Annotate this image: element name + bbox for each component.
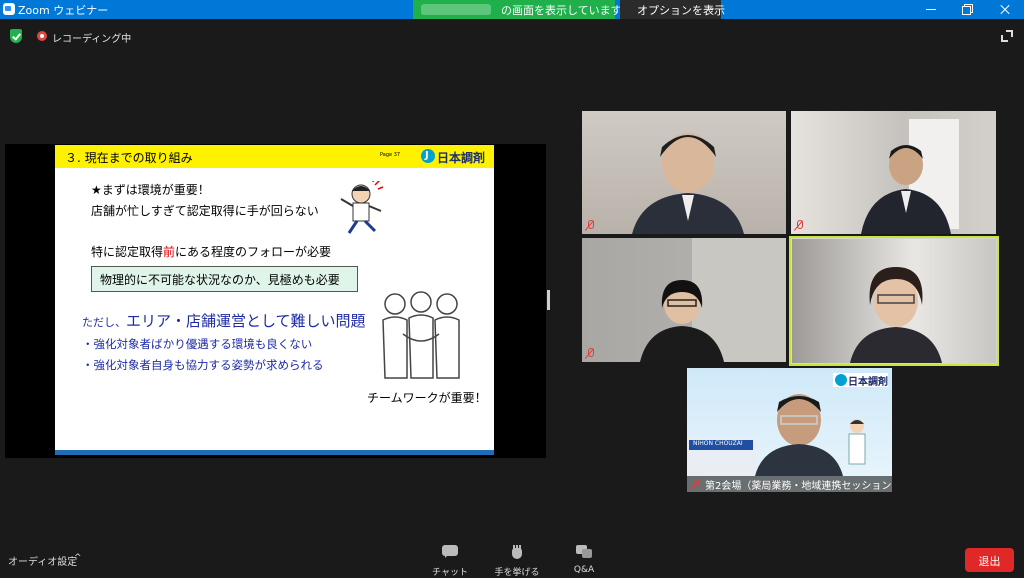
slide-title: ３. 現在までの取り組み xyxy=(65,151,193,165)
presenter-video[interactable]: NIHON CHOUZAI 日本調剤 第2会場（薬局業務・地域連携セッション） xyxy=(687,368,892,492)
participant-video-3[interactable] xyxy=(582,238,786,362)
chat-label: チャット xyxy=(432,568,468,578)
participant-silhouette xyxy=(755,394,843,476)
participant-silhouette xyxy=(850,267,942,363)
slide-line-3-pre: 特に認定取得 xyxy=(91,245,164,259)
slide-blue-prefix: ただし、 xyxy=(82,316,126,329)
split-view-drag-handle[interactable] xyxy=(547,290,550,310)
slide-footer-bar xyxy=(55,450,494,455)
restore-button[interactable] xyxy=(948,0,986,19)
pharmacist-illustration xyxy=(848,419,866,465)
recording-icon xyxy=(37,31,47,41)
encryption-shield-icon[interactable] xyxy=(10,29,22,43)
muted-mic-icon xyxy=(585,348,595,359)
close-button[interactable] xyxy=(986,0,1024,19)
participant-video-2[interactable] xyxy=(791,111,996,234)
audio-settings-button[interactable]: オーディオ設定 xyxy=(8,553,77,568)
title-bar: Zoom ウェビナー の画面を表示しています オプションを表示 ⌄ xyxy=(0,0,1024,19)
muted-mic-icon xyxy=(585,220,595,231)
participant-silhouette xyxy=(640,280,724,362)
slide-line-3-post: にある程度のフォローが必要 xyxy=(175,245,332,259)
slide-line-3: 特に認定取得前にある程度のフォローが必要 xyxy=(91,243,331,260)
participant-video-4-active-speaker[interactable] xyxy=(789,236,999,366)
background-banner-text: NIHON CHOUZAI xyxy=(693,440,743,447)
chat-button[interactable]: チャット xyxy=(425,543,475,578)
fullscreen-icon[interactable] xyxy=(1001,30,1013,42)
company-logo-icon xyxy=(421,149,435,163)
raise-hand-label: 手を挙げる xyxy=(494,568,540,578)
presenter-name-redacted xyxy=(421,4,491,15)
slide-line-2: 店舗が忙しすぎて認定取得に手が回らない xyxy=(91,204,319,218)
slide-blue-main: エリア・店舗運営として難しい問題 xyxy=(126,312,366,330)
active-speaker-video xyxy=(792,239,996,363)
leave-button[interactable]: 退出 xyxy=(965,548,1014,572)
leave-label: 退出 xyxy=(978,555,1001,568)
qa-button[interactable]: Q&A xyxy=(559,543,609,577)
muted-mic-icon xyxy=(794,220,804,231)
hand-icon xyxy=(509,545,525,559)
qa-icon xyxy=(576,545,592,559)
participant-silhouette xyxy=(632,133,744,234)
window-title: Zoom ウェビナー xyxy=(18,4,109,17)
company-logo-icon xyxy=(835,374,847,386)
participant-video-1[interactable] xyxy=(582,111,786,234)
company-logo-text: 日本調剤 xyxy=(437,151,486,165)
teamwork-caption: チームワークが重要！ xyxy=(367,391,487,405)
muted-mic-icon xyxy=(690,479,700,490)
busy-pharmacist-illustration xyxy=(340,181,384,234)
qa-label: Q&A xyxy=(573,565,595,575)
slide-callout-text: 物理的に不可能な状況なのか、見極めも必要 xyxy=(100,273,340,287)
chevron-up-icon[interactable]: ^ xyxy=(74,553,82,563)
chat-icon xyxy=(442,545,458,559)
slide-header: ３. 現在までの取り組み Page 37 日本調剤 xyxy=(55,145,494,168)
presenter-name-text: 第2会場（薬局業務・地域連携セッション） xyxy=(705,481,892,492)
share-banner-text: の画面を表示しています xyxy=(501,4,622,17)
participant-silhouette xyxy=(861,145,951,234)
slide-bullet-2: ・強化対象者自身も協力する姿勢が求められる xyxy=(82,358,324,372)
slide-page-number: Page 37 xyxy=(380,152,401,158)
slide-line-3-highlight: 前 xyxy=(163,245,176,259)
view-options-button[interactable]: オプションを表示 ⌄ xyxy=(620,0,725,19)
screen-share-banner: の画面を表示しています xyxy=(413,0,622,19)
raise-hand-button[interactable]: 手を挙げる xyxy=(492,543,542,578)
minimize-button[interactable] xyxy=(912,0,950,19)
slide-bullet-1: ・強化対象者ばかり優遇する環境も良くない xyxy=(82,337,313,351)
shared-screen: ３. 現在までの取り組み Page 37 日本調剤 ★まずは環境が重要！ 店舗が… xyxy=(5,144,546,458)
background-banner: NIHON CHOUZAI xyxy=(689,440,753,450)
slide-line-1: ★まずは環境が重要！ xyxy=(91,183,210,197)
presenter-logo: 日本調剤 xyxy=(833,373,888,388)
presentation-slide: ３. 現在までの取り組み Page 37 日本調剤 ★まずは環境が重要！ 店舗が… xyxy=(55,145,494,455)
zoom-app-icon xyxy=(3,3,15,15)
slide-blue-heading: ただし、エリア・店舗運営として難しい問題 xyxy=(82,310,366,331)
teamwork-illustration xyxy=(382,291,460,379)
chevron-down-icon: ⌄ xyxy=(708,3,716,13)
recording-label: レコーディング中 xyxy=(52,34,132,45)
presenter-logo-text: 日本調剤 xyxy=(848,377,888,388)
slide-callout-box: 物理的に不可能な状況なのか、見極めも必要 xyxy=(91,266,358,292)
presenter-name-label: 第2会場（薬局業務・地域連携セッション） xyxy=(687,476,892,492)
